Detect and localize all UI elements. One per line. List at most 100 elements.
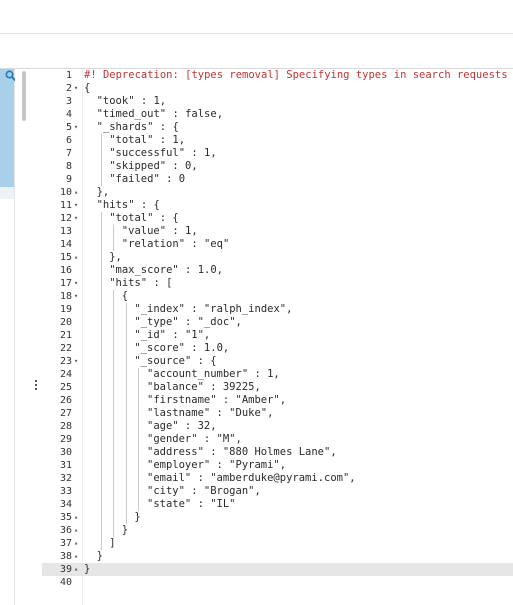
indent-guide bbox=[113, 446, 115, 459]
indent-guide bbox=[100, 134, 102, 147]
indent-guide bbox=[100, 303, 102, 316]
indent-guide bbox=[113, 485, 115, 498]
code-line: 7 "successful" : 1, bbox=[42, 147, 513, 160]
indent-guide bbox=[100, 511, 102, 524]
fold-open-icon[interactable]: ▾ bbox=[74, 290, 80, 303]
code-text: "max_score" : 1.0, bbox=[109, 264, 223, 276]
indent-guide bbox=[100, 485, 102, 498]
indent-guide bbox=[125, 342, 127, 355]
line-number: 1 bbox=[65, 70, 72, 81]
indent-guide bbox=[125, 511, 127, 524]
indent-guide bbox=[125, 329, 127, 342]
code-text: "hits" : { bbox=[96, 199, 160, 211]
indent-guide bbox=[113, 238, 115, 251]
fold-close-icon[interactable]: ▴ bbox=[74, 550, 80, 563]
line-number: 16 bbox=[59, 265, 72, 276]
request-pane-scrollbar[interactable] bbox=[0, 69, 14, 187]
line-number: 4 bbox=[65, 109, 72, 120]
indent-guide bbox=[100, 264, 102, 277]
code-text: "total" : 1, bbox=[109, 134, 186, 146]
line-number: 28 bbox=[59, 421, 72, 432]
code-line: 25 "balance" : 39225, bbox=[42, 381, 513, 394]
response-editor[interactable]: 1 #! Deprecation: [types removal] Specify… bbox=[42, 69, 513, 605]
fold-close-icon[interactable]: ▴ bbox=[74, 186, 80, 199]
indent-guide bbox=[138, 420, 140, 433]
line-number: 10 bbox=[59, 187, 72, 198]
code-line: 40 bbox=[42, 576, 513, 589]
code-line: 1 #! Deprecation: [types removal] Specify… bbox=[42, 69, 513, 82]
line-number: 8 bbox=[65, 161, 72, 172]
code-text: } bbox=[121, 524, 129, 536]
line-number: 32 bbox=[59, 473, 72, 484]
response-scrollbar[interactable] bbox=[22, 71, 26, 121]
drag-handle-icon[interactable] bbox=[34, 380, 38, 394]
line-number: 24 bbox=[59, 369, 72, 380]
code-text: }, bbox=[109, 251, 122, 263]
fold-open-icon[interactable]: ▾ bbox=[74, 355, 80, 368]
code-line: 32 "email" : "amberduke@pyrami.com", bbox=[42, 472, 513, 485]
fold-open-icon[interactable]: ▾ bbox=[74, 199, 80, 212]
line-number: 25 bbox=[59, 382, 72, 393]
line-number: 7 bbox=[65, 148, 72, 159]
fold-open-icon[interactable]: ▾ bbox=[74, 121, 80, 134]
code-line: 37 ▴] bbox=[42, 537, 513, 550]
code-text: "_source" : { bbox=[134, 355, 217, 367]
console-app: 1 #! Deprecation: [types removal] Specify… bbox=[0, 0, 513, 605]
indent-guide bbox=[113, 524, 115, 537]
code-line: 30 "address" : "880 Holmes Lane", bbox=[42, 446, 513, 459]
fold-close-icon[interactable]: ▴ bbox=[74, 251, 80, 264]
code-line: 35 ▴} bbox=[42, 511, 513, 524]
fold-close-icon[interactable]: ▴ bbox=[74, 537, 80, 550]
fold-close-icon[interactable]: ▴ bbox=[74, 524, 80, 537]
indent-guide bbox=[113, 303, 115, 316]
fold-close-icon[interactable]: ▴ bbox=[74, 511, 80, 524]
line-number: 14 bbox=[59, 239, 72, 250]
line-number: 36 bbox=[59, 525, 72, 536]
code-text: "took" : 1, bbox=[96, 95, 167, 107]
code-text: "hits" : [ bbox=[109, 277, 173, 289]
fold-open-icon[interactable]: ▾ bbox=[74, 212, 80, 225]
indent-guide bbox=[113, 472, 115, 485]
indent-guide bbox=[113, 381, 115, 394]
line-number: 11 bbox=[59, 200, 72, 211]
indent-guide bbox=[100, 407, 102, 420]
code-text: "failed" : 0 bbox=[109, 173, 186, 185]
code-line: 27 "lastname" : "Duke", bbox=[42, 407, 513, 420]
indent-guide bbox=[100, 238, 102, 251]
fold-open-icon[interactable]: ▾ bbox=[74, 82, 80, 95]
line-number: 33 bbox=[59, 486, 72, 497]
code-text: "_type" : "_doc", bbox=[134, 316, 242, 328]
code-text: "firstname" : "Amber", bbox=[147, 394, 287, 406]
line-number: 13 bbox=[59, 226, 72, 237]
line-number: 18 bbox=[59, 291, 72, 302]
code-line: 16 "max_score" : 1.0, bbox=[42, 264, 513, 277]
indent-guide bbox=[100, 147, 102, 160]
code-text: "_score" : 1.0, bbox=[134, 342, 230, 354]
indent-guide bbox=[125, 368, 127, 381]
code-text: { bbox=[121, 290, 129, 302]
code-text: "relation" : "eq" bbox=[121, 238, 230, 250]
indent-guide bbox=[125, 381, 127, 394]
fold-open-icon[interactable]: ▾ bbox=[74, 277, 80, 290]
code-line: 19 "_index" : "ralph_index", bbox=[42, 303, 513, 316]
indent-guide bbox=[100, 290, 102, 303]
indent-guide bbox=[100, 160, 102, 173]
indent-guide bbox=[138, 446, 140, 459]
fold-close-icon[interactable]: ▴ bbox=[74, 563, 80, 576]
code-line: 5 ▾ "_shards" : { bbox=[42, 121, 513, 134]
code-line: 21 "_id" : "1", bbox=[42, 329, 513, 342]
line-number: 12 bbox=[59, 213, 72, 224]
code-line: 29 "gender" : "M", bbox=[42, 433, 513, 446]
indent-guide bbox=[100, 433, 102, 446]
code-text: "_index" : "ralph_index", bbox=[134, 303, 293, 315]
code-line: 3 "took" : 1, bbox=[42, 95, 513, 108]
code-line: 2 ▾ { bbox=[42, 82, 513, 95]
code-line: 14 "relation" : "eq" bbox=[42, 238, 513, 251]
line-number: 40 bbox=[59, 577, 72, 588]
indent-guide bbox=[113, 433, 115, 446]
indent-guide bbox=[100, 355, 102, 368]
code-text: "age" : 32, bbox=[147, 420, 217, 432]
request-pane[interactable] bbox=[0, 69, 15, 605]
indent-guide bbox=[138, 433, 140, 446]
code-text: "_id" : "1", bbox=[134, 329, 211, 341]
